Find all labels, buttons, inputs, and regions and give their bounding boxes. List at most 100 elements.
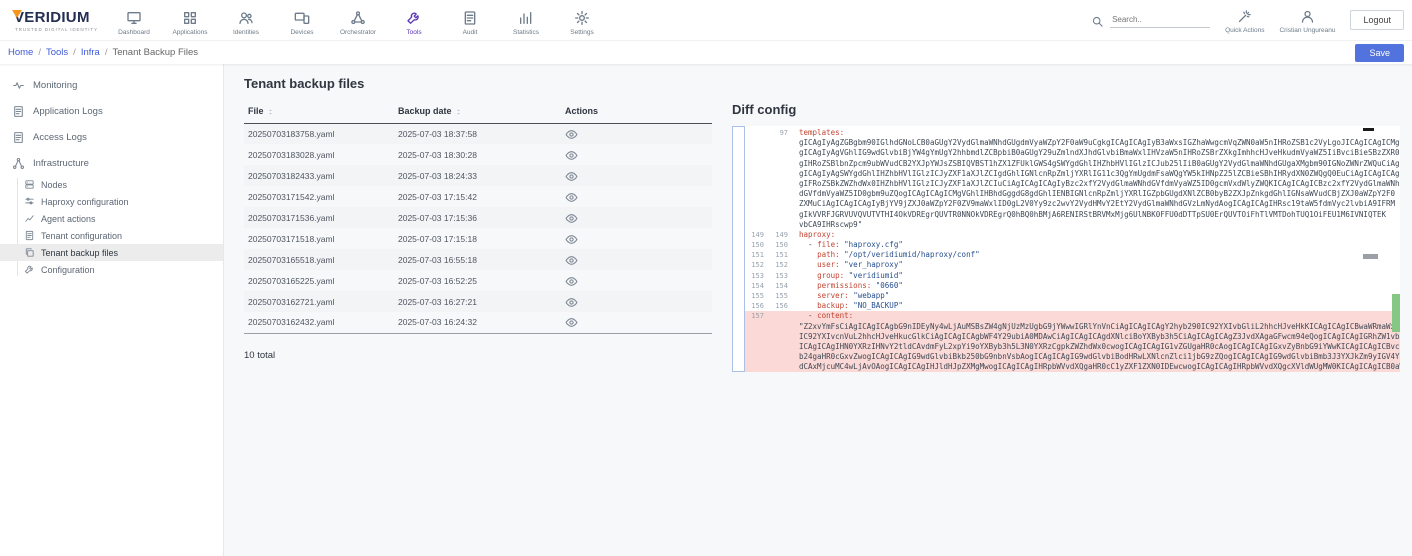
diff-old-line-number	[745, 352, 769, 362]
diff-section: Diff config 97 templates: gICAgIyAgZGBgb…	[732, 76, 1400, 556]
column-header-file[interactable]: File	[244, 103, 394, 123]
agent-actions-icon	[24, 213, 35, 224]
nav-item-tools[interactable]: Tools	[386, 0, 442, 40]
nav-item-identities[interactable]: Identities	[218, 0, 274, 40]
diff-old-line-number	[745, 138, 769, 148]
backup-date-cell: 2025-07-03 17:15:36	[394, 207, 561, 228]
sidebar-item-haproxy-configuration[interactable]: Haproxy configuration	[0, 193, 223, 210]
user-menu[interactable]: Cristian Ungureanu	[1279, 6, 1335, 34]
diff-line-text: gIFRoZSBkZWZhdWx0IHZhbHVlIGlzICJyZXF1aXJ…	[793, 179, 1400, 189]
table-row: 20250703162721.yaml 2025-07-03 16:27:21	[244, 291, 712, 312]
diff-new-line-number	[769, 169, 793, 179]
search-input[interactable]	[1110, 13, 1210, 28]
diff-old-line-number: 150	[745, 240, 769, 250]
diff-line-text: IC92YXIvcnVuL2hhcHJveHkucGlkCiAgICAgICAg…	[793, 332, 1400, 342]
quick-actions-button[interactable]: Quick Actions	[1225, 6, 1264, 34]
nav-item-orchestrator[interactable]: Orchestrator	[330, 0, 386, 40]
diff-old-line-number	[745, 128, 769, 138]
diff-viewer: 97 templates: gICAgIyAgZGBgbm90IGlhdGNoL…	[732, 126, 1400, 372]
diff-line: 153 153 group: "veridiumid"	[745, 271, 1400, 281]
diff-line: vbCA9IHRscwp9"	[745, 220, 1400, 230]
sort-icon[interactable]	[267, 107, 274, 117]
sidebar-item-application-logs[interactable]: Application Logs	[0, 98, 223, 124]
diff-line-text: ICAgICAgIHN0YXRzIHNvY2tldCAvdmFyL2xpYi9o…	[793, 342, 1400, 352]
breadcrumb-infra[interactable]: Infra	[81, 47, 100, 58]
nav-item-devices[interactable]: Devices	[274, 0, 330, 40]
sidebar-item-tenant-backup-files[interactable]: Tenant backup files	[0, 244, 223, 261]
view-file-button[interactable]	[565, 128, 578, 141]
diff-old-line-number: 157	[745, 311, 769, 321]
diff-new-line-number	[769, 189, 793, 199]
quick-actions-icon	[1237, 9, 1252, 24]
diff-line-text: dCAxMjcuMC4wLjAvOAogICAgICAgIHJldHJpZXMg…	[793, 362, 1400, 372]
diff-line: dGVfdmVyaWZ5ID0gbm9uZQogICAgICAgICMgVGhl…	[745, 189, 1400, 199]
diff-line: 150 150 - file: "haproxy.cfg"	[745, 240, 1400, 250]
application-logs-icon	[12, 105, 25, 118]
top-right-cluster: Quick Actions Cristian Ungureanu Logout	[1091, 0, 1412, 40]
diff-line: 152 152 user: "ver_haproxy"	[745, 260, 1400, 270]
devices-icon	[294, 10, 310, 26]
actions-cell	[561, 291, 712, 312]
diff-line-text: gICAgIyAgSWYgdGhlIHZhbHVlIGlzICJyZXF1aXJ…	[793, 169, 1400, 179]
view-file-button[interactable]	[565, 149, 578, 162]
diff-old-line-number	[745, 220, 769, 230]
diff-new-line-number	[769, 342, 793, 352]
nav-item-settings[interactable]: Settings	[554, 0, 610, 40]
diff-fold-gutter[interactable]	[732, 126, 745, 372]
sidebar-item-nodes[interactable]: Nodes	[0, 176, 223, 193]
view-file-button[interactable]	[565, 254, 578, 267]
diff-new-line-number: 153	[769, 271, 793, 281]
top-nav: Dashboard Applications Identities Device…	[106, 0, 610, 40]
sidebar-item-infrastructure[interactable]: Infrastructure	[0, 150, 223, 176]
save-button[interactable]: Save	[1355, 44, 1404, 62]
file-name-cell: 20250703165518.yaml	[244, 249, 394, 270]
column-header-backup-date[interactable]: Backup date	[394, 103, 561, 123]
nav-item-statistics[interactable]: Statistics	[498, 0, 554, 40]
nav-item-applications[interactable]: Applications	[162, 0, 218, 40]
logout-button[interactable]: Logout	[1350, 10, 1404, 30]
diff-new-line-number	[769, 148, 793, 158]
quick-actions-label: Quick Actions	[1225, 27, 1264, 34]
backup-date-cell: 2025-07-03 16:27:21	[394, 291, 561, 312]
diff-old-line-number: 149	[745, 230, 769, 240]
diff-line-text: server: "webapp"	[793, 291, 1400, 301]
view-file-button[interactable]	[565, 233, 578, 246]
nav-item-dashboard[interactable]: Dashboard	[106, 0, 162, 40]
view-file-button[interactable]	[565, 316, 578, 329]
scrollbar-thumb[interactable]	[1363, 254, 1378, 259]
view-file-button[interactable]	[565, 212, 578, 225]
veridium-logo[interactable]: VERIDIUM TRUSTED DIGITAL IDENTITY	[10, 0, 106, 40]
view-file-button[interactable]	[565, 191, 578, 204]
actions-cell	[561, 228, 712, 249]
view-file-button[interactable]	[565, 296, 578, 309]
sidebar-item-access-logs[interactable]: Access Logs	[0, 124, 223, 150]
diff-new-line-number	[769, 332, 793, 342]
diff-line-text: backup: "NO_BACKUP"	[793, 301, 1400, 311]
sidebar-item-monitoring[interactable]: Monitoring	[0, 72, 223, 98]
infrastructure-icon	[12, 157, 25, 170]
sidebar-item-agent-actions[interactable]: Agent actions	[0, 210, 223, 227]
diff-line-text: permissions: "0660"	[793, 281, 1400, 291]
minimap-viewport-marker[interactable]	[1363, 128, 1374, 131]
table-row: 20250703171542.yaml 2025-07-03 17:15:42	[244, 186, 712, 207]
breadcrumb-tools[interactable]: Tools	[46, 47, 68, 58]
column-label-file: File	[248, 106, 264, 116]
nav-item-audit[interactable]: Audit	[442, 0, 498, 40]
identities-icon	[238, 10, 254, 26]
diff-new-line-number: 152	[769, 260, 793, 270]
diff-new-line-number	[769, 138, 793, 148]
logo-mark-icon	[12, 10, 22, 18]
breadcrumb-home[interactable]: Home	[8, 47, 33, 58]
actions-cell	[561, 144, 712, 165]
diff-old-line-number: 153	[745, 271, 769, 281]
diff-line: 151 151 path: "/opt/veridiumid/haproxy/c…	[745, 250, 1400, 260]
sort-icon[interactable]	[455, 107, 462, 117]
search-box	[1091, 13, 1210, 28]
breadcrumb-tenant-backup-files: Tenant Backup Files	[112, 47, 198, 58]
view-file-button[interactable]	[565, 275, 578, 288]
diff-new-line-number: 154	[769, 281, 793, 291]
sidebar-item-configuration[interactable]: Configuration	[0, 261, 223, 278]
view-file-button[interactable]	[565, 170, 578, 183]
sidebar-item-tenant-configuration[interactable]: Tenant configuration	[0, 227, 223, 244]
diff-old-line-number	[745, 210, 769, 220]
